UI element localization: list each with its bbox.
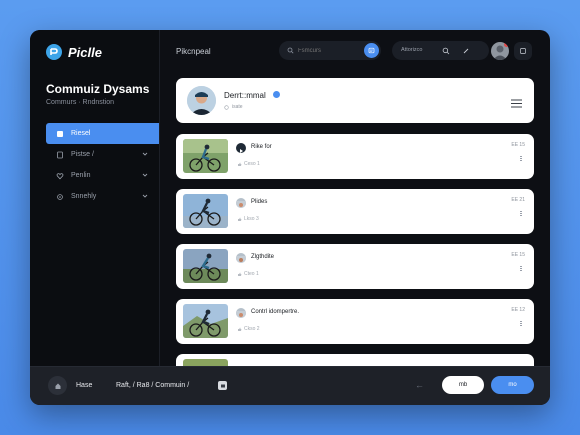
chevron-down-icon[interactable] <box>141 171 149 181</box>
home-label: Hase <box>76 382 93 389</box>
post-meta-text: Ckso 2 <box>244 326 260 332</box>
post-meta: Cteo 1 <box>237 271 259 277</box>
more-icon[interactable] <box>520 321 523 328</box>
list-item[interactable] <box>176 354 534 366</box>
sidebar-item-pistse[interactable]: Pistse / <box>46 144 159 165</box>
search-icon <box>287 47 294 54</box>
search-bar[interactable] <box>279 41 381 60</box>
feed: Derrt::mmal isate Rike for Ceso 1 EE 15 … <box>176 78 534 366</box>
post-time: EE 15 <box>511 252 525 258</box>
like-icon <box>238 217 242 221</box>
sidebar-item-label: Riesel <box>71 130 91 137</box>
window-button[interactable] <box>514 42 532 60</box>
post-meta: Ceso 1 <box>237 161 260 167</box>
sidebar: Piclle Commuiz Dysams Commurs · Rndnstio… <box>30 30 160 366</box>
logo-icon <box>46 44 62 60</box>
user-avatar[interactable] <box>491 42 509 60</box>
menu-icon[interactable] <box>511 95 522 113</box>
post-meta-text: Cteo 1 <box>244 271 259 277</box>
post-meta-text: Lkso 3 <box>244 216 259 222</box>
logo[interactable]: Piclle <box>46 44 102 60</box>
back-arrow-icon[interactable]: ← <box>415 380 424 390</box>
sidebar-item-label: Snnehly <box>71 193 97 200</box>
like-icon <box>238 272 242 276</box>
secondary-button[interactable]: mb <box>442 376 484 394</box>
edit-icon[interactable] <box>458 43 473 58</box>
post-title: Rike for <box>251 144 272 150</box>
more-icon[interactable] <box>520 156 523 163</box>
more-icon[interactable] <box>520 211 523 218</box>
profile-card[interactable]: Derrt::mmal isate <box>176 78 534 123</box>
profile-meta: isate <box>224 104 243 110</box>
primary-button[interactable]: mo <box>491 376 534 394</box>
breadcrumb[interactable]: Raft, / Ra8 / Commuin / <box>116 382 189 389</box>
sidebar-item-label: Penlin <box>71 172 91 179</box>
community-title: Commuiz Dysams <box>46 82 150 96</box>
account-menu-label: Attorizco <box>401 47 423 53</box>
app-window: Piclle Commuiz Dysams Commurs · Rndnstio… <box>30 30 550 405</box>
logo-text: Piclle <box>68 44 102 60</box>
sidebar-nav: Riesel Pistse / Penlin Snnehly <box>46 123 159 207</box>
post-title: Contrl idompertre. <box>251 309 300 315</box>
list-item[interactable]: Contrl idompertre. Ckso 2 EE 12 <box>176 299 534 344</box>
list-item[interactable]: Plides Lkso 3 EE 21 <box>176 189 534 234</box>
post-meta: Lkso 3 <box>237 216 259 222</box>
profile-avatar[interactable] <box>187 86 216 115</box>
folder-icon[interactable] <box>218 381 227 390</box>
sidebar-item-riesel[interactable]: Riesel <box>46 123 159 144</box>
account-menu[interactable]: Attorizco <box>392 41 489 60</box>
post-image[interactable] <box>183 359 228 366</box>
sidebar-item-label: Pistse / <box>71 151 94 158</box>
post-time: EE 21 <box>511 197 525 203</box>
profile-name: Derrt::mmal <box>224 91 266 100</box>
author-avatar[interactable] <box>236 198 246 208</box>
author-avatar[interactable] <box>236 253 246 263</box>
post-meta-text: Ceso 1 <box>244 161 260 167</box>
notification-dot <box>504 42 509 47</box>
post-image[interactable] <box>183 249 228 283</box>
list-item[interactable]: Rike for Ceso 1 EE 15 <box>176 134 534 179</box>
post-image[interactable] <box>183 304 228 338</box>
author-avatar[interactable] <box>236 308 246 318</box>
doc-icon <box>56 151 64 159</box>
community-subtitle: Commurs · Rndnstion <box>46 99 115 106</box>
profile-meta-text: isate <box>232 104 243 110</box>
post-image[interactable] <box>183 194 228 228</box>
filter-button[interactable] <box>364 43 379 58</box>
post-meta: Ckso 2 <box>237 326 260 332</box>
sidebar-item-penlin[interactable]: Penlin <box>46 165 159 186</box>
post-title: Plides <box>251 199 268 205</box>
more-icon[interactable] <box>520 266 523 273</box>
chevron-down-icon[interactable] <box>141 192 149 202</box>
play-icon[interactable] <box>236 143 246 153</box>
post-title: Zlgthdite <box>251 254 275 260</box>
comment-icon <box>224 104 229 110</box>
heart-icon <box>56 172 64 180</box>
chevron-down-icon[interactable] <box>141 150 149 160</box>
topbar: Pikcnpeal Attorizco <box>159 30 550 74</box>
gear-icon <box>56 193 64 201</box>
list-item[interactable]: Zlgthdite Cteo 1 EE 15 <box>176 244 534 289</box>
like-icon <box>238 162 242 166</box>
verified-icon <box>273 91 280 98</box>
post-time: EE 15 <box>511 142 525 148</box>
like-icon <box>238 327 242 331</box>
post-image[interactable] <box>183 139 228 173</box>
sidebar-item-snnehly[interactable]: Snnehly <box>46 186 159 207</box>
bottom-bar: Hase Raft, / Ra8 / Commuin / ← mb mo <box>30 366 550 405</box>
home-button[interactable] <box>48 376 67 395</box>
search-icon[interactable] <box>438 43 453 58</box>
square-icon <box>56 130 64 138</box>
page-title: Pikcnpeal <box>176 47 211 56</box>
post-time: EE 12 <box>511 307 525 313</box>
search-input[interactable] <box>298 47 358 54</box>
